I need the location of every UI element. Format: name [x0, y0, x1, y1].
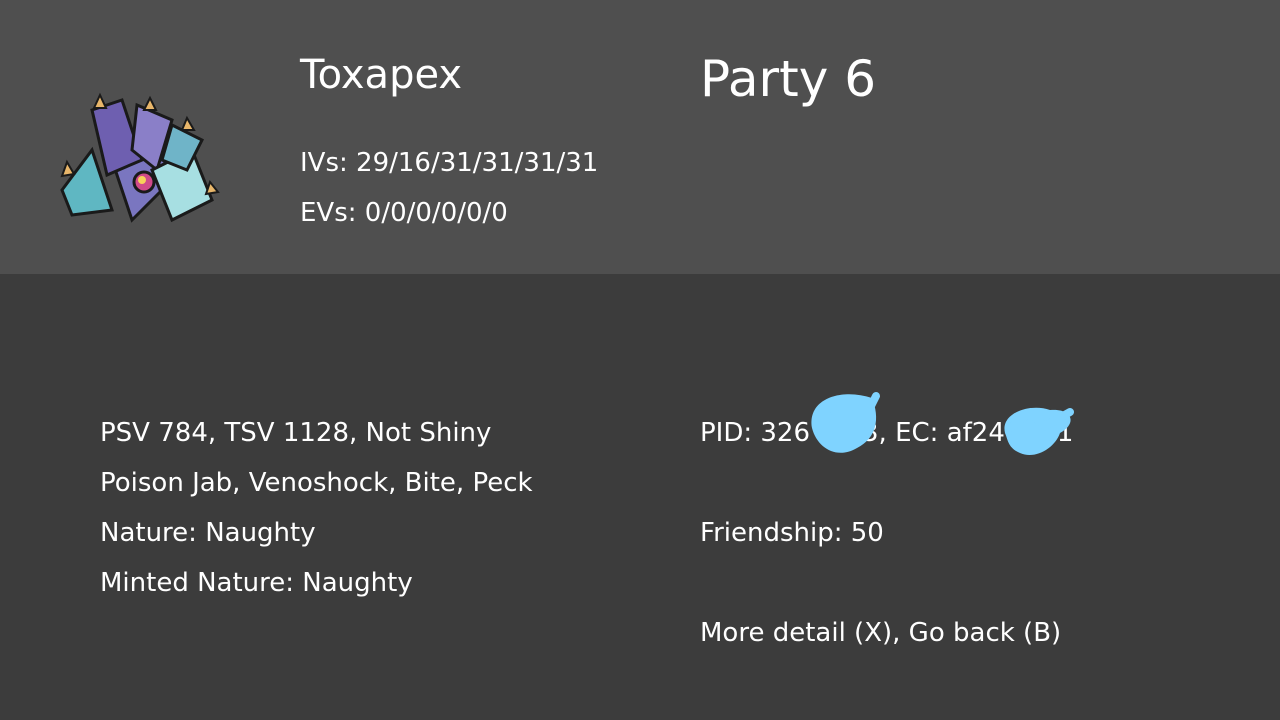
ivs-text: IVs: 29/16/31/31/31/31: [300, 148, 599, 178]
minted-nature-text: Minted Nature: Naughty: [100, 568, 413, 598]
friendship-text: Friendship: 50: [700, 518, 884, 548]
redaction-scribble-ec: [1004, 407, 1074, 456]
party-slot-title: Party 6: [700, 50, 877, 108]
evs-text: EVs: 0/0/0/0/0/0: [300, 198, 508, 228]
moves-text: Poison Jab, Venoshock, Bite, Peck: [100, 468, 533, 498]
pokemon-name: Toxapex: [300, 52, 463, 98]
nature-text: Nature: Naughty: [100, 518, 316, 548]
controls-hint: More detail (X), Go back (B): [700, 618, 1062, 648]
toxapex-sprite-icon: [60, 92, 220, 223]
header-panel: Toxapex IVs: 29/16/31/31/31/31 EVs: 0/0/…: [0, 0, 1280, 274]
redaction-scribble-pid: [811, 392, 880, 453]
shiny-info: PSV 784, TSV 1128, Not Shiny: [100, 418, 492, 448]
